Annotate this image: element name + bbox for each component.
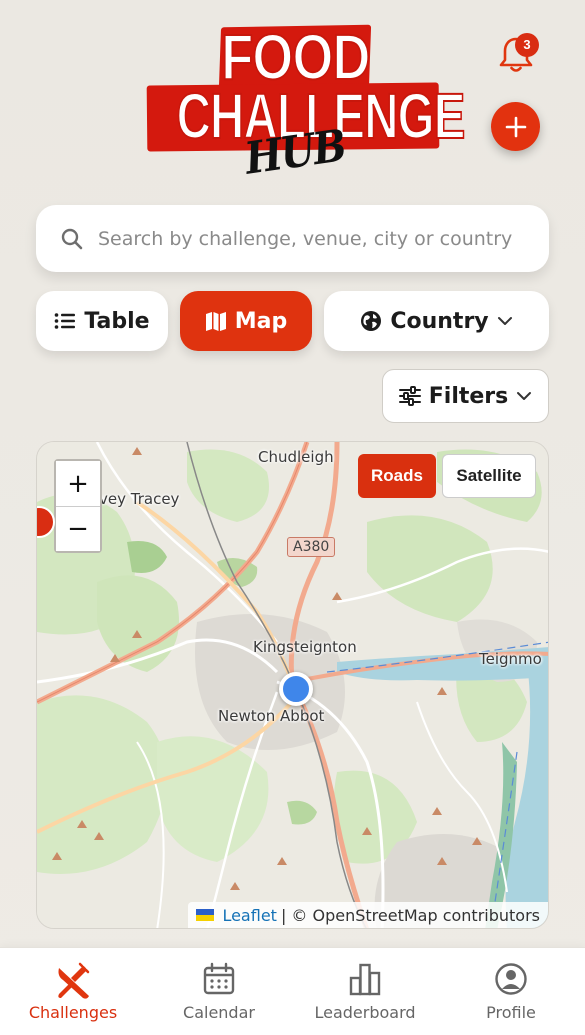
search-bar[interactable] (36, 205, 549, 272)
plus-icon (505, 116, 526, 137)
search-input[interactable] (98, 227, 528, 250)
bar-chart-icon (349, 963, 381, 996)
search-icon (61, 228, 83, 249)
road-label-a380: A380 (287, 537, 336, 557)
user-circle-icon (495, 963, 527, 995)
map-icon (205, 312, 226, 331)
notification-count-badge: 3 (515, 33, 539, 57)
zoom-control: + − (54, 459, 102, 553)
table-view-label: Table (84, 308, 150, 334)
table-view-button[interactable]: Table (36, 291, 168, 351)
nav-label-leaderboard: Leaderboard (314, 1003, 416, 1022)
current-location-marker (279, 672, 313, 706)
osm-attribution-text: | © OpenStreetMap contributors (280, 905, 540, 925)
map-view-label: Map (234, 308, 288, 334)
chevron-down-icon (497, 317, 512, 325)
map-attribution: Leaflet | © OpenStreetMap contributors (188, 902, 548, 928)
ukraine-flag-icon (196, 909, 215, 921)
chevron-down-icon (517, 392, 532, 400)
list-icon (55, 313, 76, 329)
nav-item-calendar[interactable]: Calendar (146, 948, 292, 1035)
place-label-newton-abbot: Newton Abbot (218, 707, 325, 725)
bottom-navigation: Challenges Calendar Leaderboard Profile (0, 947, 585, 1035)
nav-item-profile[interactable]: Profile (438, 948, 584, 1035)
nav-label-challenges: Challenges (28, 1003, 118, 1022)
add-challenge-button[interactable] (491, 102, 540, 151)
filters-label: Filters (428, 383, 509, 409)
filters-dropdown-button[interactable]: Filters (382, 369, 549, 423)
satellite-layer-button[interactable]: Satellite (442, 454, 536, 498)
map-view[interactable]: Chudleigh vey Tracey A380 Kingsteignton … (36, 441, 549, 929)
nav-item-challenges[interactable]: Challenges (0, 948, 146, 1035)
nav-label-profile: Profile (486, 1003, 536, 1022)
roads-layer-button[interactable]: Roads (358, 454, 436, 498)
country-label: Country (390, 308, 489, 334)
utensils-crossed-icon (58, 962, 90, 999)
zoom-in-button[interactable]: + (56, 461, 100, 506)
place-label-bovey-tracey: vey Tracey (99, 490, 180, 508)
nav-item-leaderboard[interactable]: Leaderboard (292, 948, 438, 1035)
place-label-teignmouth: Teignmo (479, 650, 542, 668)
globe-icon (361, 311, 382, 331)
sliders-icon (398, 386, 421, 406)
zoom-out-button[interactable]: − (56, 506, 100, 551)
map-view-button[interactable]: Map (180, 291, 312, 351)
nav-label-calendar: Calendar (183, 1003, 255, 1022)
place-label-chudleigh: Chudleigh (258, 448, 334, 466)
app-logo: FOOD CHALLENGE HUB (145, 21, 466, 185)
calendar-icon (203, 962, 235, 995)
place-label-kingsteignton: Kingsteignton (253, 638, 357, 656)
country-dropdown-button[interactable]: Country (324, 291, 549, 351)
leaflet-link[interactable]: Leaflet (222, 906, 276, 925)
